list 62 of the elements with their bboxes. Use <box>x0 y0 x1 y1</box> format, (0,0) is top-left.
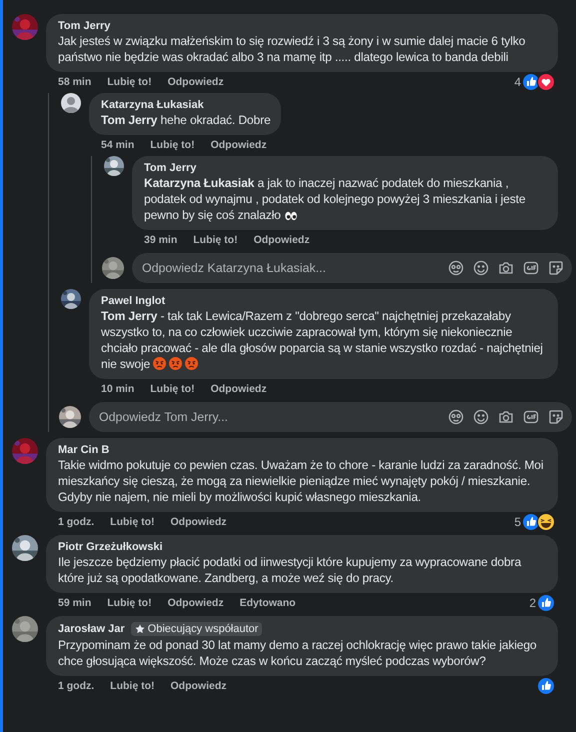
gif-icon[interactable] <box>523 409 539 425</box>
reply-link[interactable]: Odpowiedz <box>210 138 267 150</box>
reaction-count[interactable]: 4 <box>514 74 521 88</box>
comment-text: Przypominam że od ponad 30 lat mamy demo a raczej ochlokrację więc prawo takie jakiego chce głosująca większość. Może czas w końcu zacząć myśleć podczas wyborów? <box>58 637 538 669</box>
laughing-reaction-icon[interactable] <box>537 512 555 530</box>
reply-link[interactable]: Odpowiedz <box>170 680 226 692</box>
comment-time[interactable]: 1 godz. <box>58 516 94 528</box>
reply-link[interactable]: Odpowiedz <box>254 234 310 246</box>
comment-text: Takie widmo pokutuje co pewien czas. Uważam że to chore - karanie ludzi za zaradność. Moi mieszkańcy się cieszą, że mogą za niewielkie pieniądze mieć wynajęty pokój / mieszkanie. Gdyby nie najem, nie mieli by możliwości kupić własnego mieszkania. <box>58 457 544 505</box>
reply-link[interactable]: Odpowiedz <box>210 382 267 394</box>
reaction-count[interactable]: 2 <box>529 596 536 610</box>
like-link[interactable]: Lubię to! <box>193 234 238 246</box>
comment-time[interactable]: 1 godz. <box>58 680 94 692</box>
angry-emoji-icon <box>169 357 182 370</box>
author-name[interactable]: Jarosław Jar <box>58 623 125 635</box>
comment-time[interactable]: 59 min <box>58 596 92 608</box>
reply-link[interactable]: Odpowiedz <box>170 516 226 528</box>
like-link[interactable]: Lubię to! <box>110 680 154 692</box>
star-icon <box>134 624 145 634</box>
angry-emoji-icon <box>185 357 198 370</box>
comment-time[interactable]: 39 min <box>144 234 178 246</box>
reply-link[interactable]: Odpowiedz <box>168 76 224 88</box>
avatar-sticker-icon[interactable] <box>448 260 464 276</box>
reaction-count[interactable]: 5 <box>514 514 521 528</box>
author-name[interactable]: Piotr Grzeżułkowski <box>58 541 163 553</box>
like-link[interactable]: Lubię to! <box>150 138 195 150</box>
author-name[interactable]: Pawel Inglot <box>101 295 166 307</box>
like-link[interactable]: Lubię to! <box>110 516 154 528</box>
badge-label: Obiecujący współautor <box>148 623 258 635</box>
angry-emoji-icon <box>153 357 166 370</box>
comment-text: Jak jesteś w związku małżeńskim to się rozwiedź i 3 są żony i w sumie dalej macie 6 tylko państwo nie będzie was okradać albo 3 na mamę itp ..... dlatego lewica to banda debili <box>58 33 526 65</box>
comment-time[interactable]: 58 min <box>58 76 92 88</box>
comment-time[interactable]: 10 min <box>101 382 134 394</box>
emoji-icon[interactable] <box>473 260 489 276</box>
sticker-icon[interactable] <box>548 409 564 425</box>
avatar-sticker-icon[interactable] <box>448 409 464 425</box>
reply-link[interactable]: Odpowiedz <box>168 596 224 608</box>
gif-icon[interactable] <box>523 260 539 276</box>
reply-input-field[interactable]: Odpowiedz Tom Jerry... <box>89 402 572 432</box>
comment-text: Tom Jerry hehe okradać. Dobre <box>101 112 271 128</box>
camera-icon[interactable] <box>498 260 514 276</box>
author-name[interactable]: Mar Cin B <box>58 444 110 456</box>
comment-time[interactable]: 54 min <box>101 138 134 150</box>
comment-text: Ile jeszcze będziemy płacić podatki od iinwestycji które kupujemy za wypracowane dobra które już są opodatkowane. Zandberg, a może weź się do pracy. <box>58 554 522 586</box>
eyes-emoji-icon <box>284 211 298 221</box>
camera-icon[interactable] <box>498 409 514 425</box>
like-link[interactable]: Lubię to! <box>107 596 152 608</box>
edited-label[interactable]: Edytowano <box>240 596 296 608</box>
like-reaction-icon[interactable] <box>537 594 555 612</box>
author-name[interactable]: Tom Jerry <box>58 20 110 32</box>
like-link[interactable]: Lubię to! <box>150 382 195 394</box>
author-name[interactable]: Tom Jerry <box>144 162 196 174</box>
avatar-icon[interactable] <box>61 93 81 113</box>
sticker-icon[interactable] <box>548 260 564 276</box>
comment-text: Katarzyna Łukasiak a jak to inaczej nazwać podatek do mieszkania , podatek od wynajmu , podatek od kolejnego powyżej 3 mieszkania i jeste pewno by się coś znalazło <box>144 175 526 223</box>
reply-input-field[interactable]: Odpowiedz Katarzyna Łukasiak... <box>132 253 572 283</box>
like-reaction-icon[interactable] <box>537 676 555 694</box>
emoji-icon[interactable] <box>473 409 489 425</box>
comment-text: Tom Jerry - tak tak Lewica/Razem z "dobrego serca" najchętniej przekazałaby wszystko to, na co człowiek uczciwie zapracował tym, którym się niekoniecznie chciało pracować - ale dla głosów poparcia są w stanie wszystko rozdać - najchętniej nie swoje <box>101 308 544 372</box>
love-reaction-icon[interactable] <box>537 72 555 90</box>
author-name[interactable]: Katarzyna Łukasiak <box>101 99 204 111</box>
like-link[interactable]: Lubię to! <box>107 76 152 88</box>
